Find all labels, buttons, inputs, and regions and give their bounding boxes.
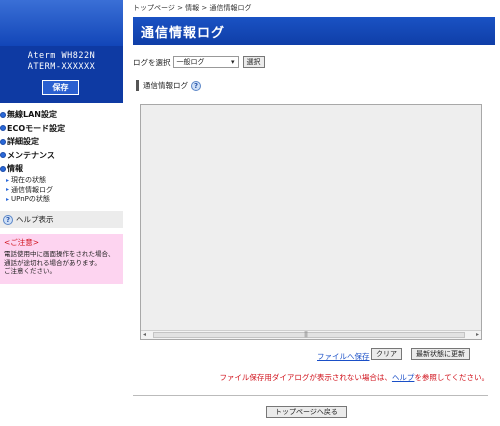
help-link-inline[interactable]: ヘルプ [392,373,415,382]
scroll-left-icon[interactable]: ◂ [143,331,146,338]
breadcrumb: トップページ > 情報 > 通信情報ログ [133,4,252,12]
page-title: 通信情報ログ [141,25,226,41]
caution-text-line: ご注意ください。 [4,267,56,275]
select-button[interactable]: 選択 [242,56,265,68]
file-save-note: ファイル保存用ダイアログが表示されない場合は、ヘルプを参照してください。 [219,372,489,383]
log-type-value: 一般ログ [176,58,205,66]
log-type-select[interactable]: 一般ログ ▾ [172,56,239,68]
log-select-label: ログを選択 [133,57,171,67]
help-icon[interactable]: ? [191,80,201,91]
sidebar-item-maintenance[interactable]: メンテナンス [0,149,123,163]
sidebar-subitem-comm-log[interactable]: ▸ 通信情報ログ [0,185,123,195]
sidebar-item-wireless-lan[interactable]: 無線LAN設定 [0,108,123,122]
scrollbar-thumb[interactable]: ||| [153,331,465,338]
bullet-icon [0,111,6,118]
chevron-down-icon: ▾ [230,58,235,66]
section-marker [136,80,139,91]
horizontal-scrollbar[interactable]: ◂ ||| ▸ [141,330,481,339]
sidebar-item-label: 無線LAN設定 [7,110,57,120]
save-button[interactable]: 保存 [42,80,79,95]
sidebar-subitem-label: 通信情報ログ [11,185,54,194]
arrow-right-icon: ▸ [6,195,10,203]
arrow-right-icon: ▸ [6,176,10,184]
help-icon: ? [3,214,13,225]
sidebar-item-label: メンテナンス [7,150,55,160]
refresh-button[interactable]: 最新状態に更新 [411,348,470,360]
sidebar: Aterm WH822N ATERM-XXXXXX 保存 無線LAN設定 ECO… [0,0,123,426]
sidebar-item-label: 詳細設定 [7,137,39,147]
caution-text-line: 通話が途切れる場合があります。 [4,258,101,267]
main-content: トップページ > 情報 > 通信情報ログ 通信情報ログ ログを選択 一般ログ ▾… [133,0,495,426]
log-textarea[interactable]: ◂ ||| ▸ [140,104,482,340]
help-label: ヘルプ表示 [16,215,54,224]
caution-title: <ご注意> [4,238,40,247]
sidebar-subitem-upnp-status[interactable]: ▸ UPnPの状態 [0,195,123,205]
sidebar-header [0,0,123,46]
sidebar-subitem-current-status[interactable]: ▸ 現在の状態 [0,176,123,186]
page-title-bar: 通信情報ログ [133,17,495,45]
caution-text-line: 電話使用中に画面操作をされた場合、 [4,250,115,258]
sidebar-item-info[interactable]: 情報 [0,162,123,176]
bullet-icon [0,165,6,172]
sidebar-nav: 無線LAN設定 ECOモード設定 詳細設定 メンテナンス 情報 ▸ 現在の状態 … [0,108,123,204]
divider [133,395,488,396]
sidebar-item-eco-mode[interactable]: ECOモード設定 [0,122,123,136]
sidebar-subitem-label: 現在の状態 [11,176,47,185]
bullet-icon [0,152,6,159]
back-to-top-button[interactable]: トップページへ戻る [266,406,347,418]
caution-box: <ご注意> 電話使用中に画面操作をされた場合、 通話が途切れる場合があります。 … [0,234,123,284]
bullet-icon [0,125,6,132]
device-model: Aterm WH822N [27,51,96,61]
sidebar-item-label: ECOモード設定 [7,123,66,133]
help-link[interactable]: ? ヘルプ表示 [0,211,123,228]
section-title: 通信情報ログ [143,81,188,90]
sidebar-subitem-label: UPnPの状態 [11,195,50,204]
arrow-right-icon: ▸ [6,186,10,194]
bullet-icon [0,138,6,145]
clear-button[interactable]: クリア [371,348,402,360]
note-text-after: を参照してください。 [414,373,489,382]
scroll-right-icon[interactable]: ▸ [476,331,479,338]
save-to-file-link[interactable]: ファイルへ保存 [317,351,370,362]
section-header: 通信情報ログ ? [136,80,201,91]
device-name: ATERM-XXXXXX [27,62,96,72]
sidebar-item-advanced[interactable]: 詳細設定 [0,135,123,149]
sidebar-item-label: 情報 [7,164,23,174]
log-select-row: ログを選択 一般ログ ▾ 選択 [133,56,265,68]
grip-icon: ||| [304,331,308,338]
note-text-before: ファイル保存用ダイアログが表示されない場合は、 [219,373,392,382]
